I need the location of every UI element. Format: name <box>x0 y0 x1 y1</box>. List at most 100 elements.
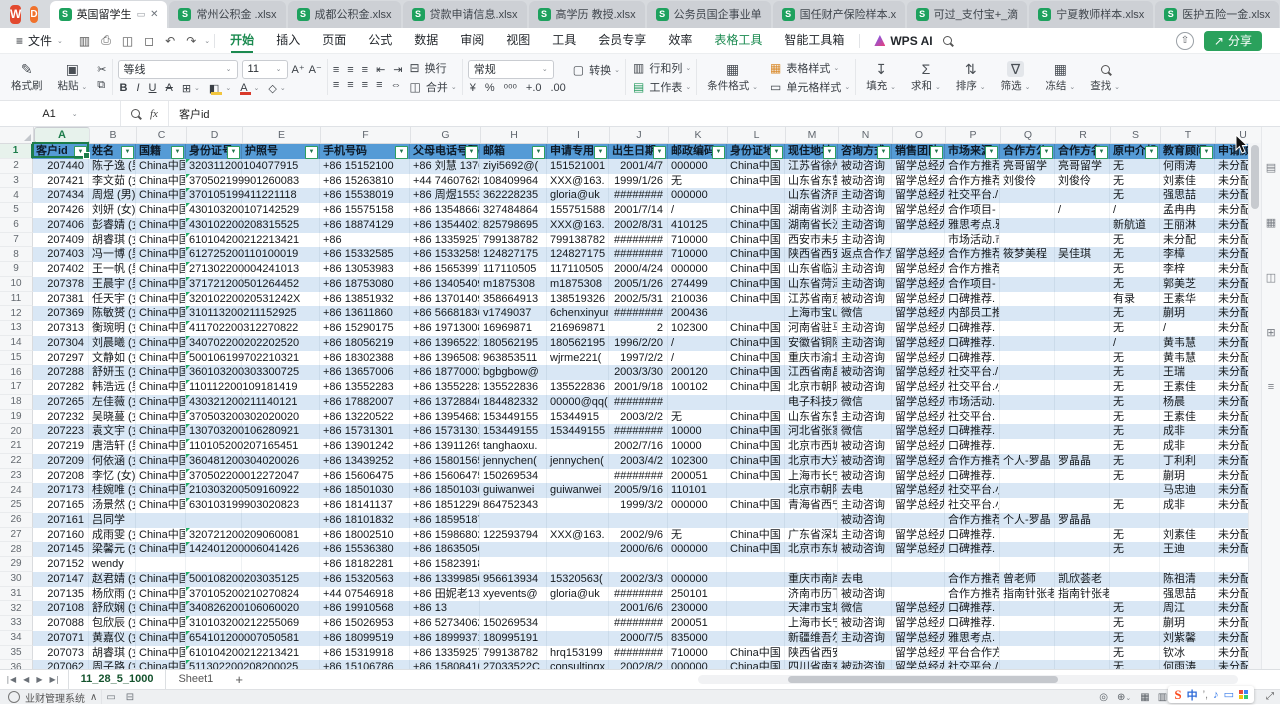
cell[interactable]: 207232 <box>33 410 89 425</box>
cell[interactable] <box>1055 483 1110 498</box>
cell[interactable]: wendy <box>89 557 136 572</box>
filter-dropdown-icon[interactable]: ▼ <box>227 146 240 159</box>
cell[interactable] <box>547 631 609 646</box>
cell[interactable] <box>1000 528 1055 543</box>
column-header[interactable]: S <box>1111 127 1161 143</box>
cell[interactable]: 2003/2/2 <box>609 410 668 425</box>
cell[interactable]: +44 7460762888 <box>410 174 480 189</box>
cell[interactable] <box>480 513 547 528</box>
cell[interactable]: 362228235 <box>480 188 547 203</box>
name-box[interactable]: A1 ⌄ <box>0 101 121 126</box>
cell[interactable]: 被动咨询 <box>838 174 892 189</box>
cell[interactable]: 430102200208315525 <box>186 218 242 233</box>
ime-language-icon[interactable]: 中 <box>1187 687 1198 703</box>
cell[interactable]: 无 <box>1110 454 1160 469</box>
row-number[interactable]: 24 <box>0 483 33 498</box>
cell[interactable]: 雅思考点.雅 <box>945 218 1000 233</box>
cell[interactable] <box>1000 306 1055 321</box>
cell[interactable]: 成非 <box>1160 498 1215 513</box>
normal-view-icon[interactable]: ▦ <box>1140 692 1149 703</box>
cell[interactable] <box>547 542 609 557</box>
cell[interactable]: 无 <box>1110 174 1160 189</box>
cell[interactable]: 15344915 <box>547 410 609 425</box>
cell[interactable]: 留学总经办 <box>892 424 945 439</box>
cell[interactable]: China中国 <box>136 380 186 395</box>
cell[interactable]: 社交平台.小 <box>945 483 1000 498</box>
cell[interactable]: 155751588 <box>547 203 609 218</box>
cell[interactable]: 207173 <box>33 483 89 498</box>
cell[interactable] <box>1055 528 1110 543</box>
cell[interactable]: ######## <box>609 587 668 602</box>
cell[interactable]: +86 17882007 <box>320 395 410 410</box>
cell[interactable]: XXX@163. <box>547 218 609 233</box>
add-sheet-button[interactable]: + <box>225 672 253 687</box>
cell[interactable]: 被动咨询 <box>838 587 892 602</box>
filter-dropdown-icon[interactable]: ▼ <box>465 146 478 159</box>
font-name-select[interactable]: 等线⌄ <box>118 60 238 79</box>
cell[interactable]: 180995191 <box>480 631 547 646</box>
cell[interactable]: China中国 <box>727 262 785 277</box>
column-header[interactable]: K <box>669 127 728 143</box>
row-number[interactable]: 34 <box>0 631 33 646</box>
cell[interactable]: 王丽淋 <box>1160 218 1215 233</box>
cell[interactable]: 强思喆 <box>1160 587 1215 602</box>
cell[interactable]: 370502200012272047 <box>186 469 242 484</box>
percent-icon[interactable]: % <box>485 82 495 94</box>
cell[interactable] <box>1055 351 1110 366</box>
right-panel-icon[interactable]: ◫ <box>1266 271 1276 284</box>
cell[interactable]: 无 <box>1110 365 1160 380</box>
cell[interactable] <box>1055 380 1110 395</box>
cell[interactable]: 王素佳 <box>1160 380 1215 395</box>
cell[interactable]: 无 <box>1110 159 1160 174</box>
filter-dropdown-icon[interactable]: ▼ <box>823 146 836 159</box>
docer-icon[interactable]: D <box>30 6 37 23</box>
cell[interactable]: China中国 <box>727 174 785 189</box>
cell[interactable]: +86 18002510 <box>320 528 410 543</box>
cell[interactable]: +86 1850103098 <box>410 483 480 498</box>
cell[interactable]: 留学总经办 <box>892 469 945 484</box>
cell[interactable] <box>1055 646 1110 661</box>
cell[interactable]: 710000 <box>668 646 727 661</box>
row-number[interactable]: 12 <box>0 306 33 321</box>
cell[interactable] <box>1000 424 1055 439</box>
cell[interactable]: +86 13901242 <box>320 439 410 454</box>
cell[interactable]: v1749037 <box>480 306 547 321</box>
cell[interactable]: +86 1877000215 <box>410 365 480 380</box>
cell[interactable]: +86 15575158 <box>320 203 410 218</box>
file-tab[interactable]: S国任财产保险样本.x <box>773 1 905 28</box>
cell[interactable]: +86 1899937166 <box>410 631 480 646</box>
cell[interactable]: 207073 <box>33 646 89 661</box>
cell[interactable]: China中国 <box>727 247 785 262</box>
cell[interactable]: 留学总经办 <box>892 498 945 513</box>
cell[interactable]: +86 13851932 <box>320 292 410 307</box>
cell[interactable] <box>727 483 785 498</box>
taskbar-icon[interactable]: ⊟ <box>126 692 134 703</box>
cell[interactable]: 有录 <box>1110 292 1160 307</box>
cell[interactable]: 1999/1/26 <box>609 174 668 189</box>
row-number[interactable]: 6 <box>0 218 33 233</box>
sheet-tab[interactable]: Sheet1 <box>166 670 225 689</box>
cell[interactable]: 207297 <box>33 351 89 366</box>
cell[interactable]: 社交平台. <box>945 410 1000 425</box>
cell[interactable]: China中国 <box>727 454 785 469</box>
cell[interactable] <box>1055 292 1110 307</box>
cell[interactable]: +86 15026953 <box>320 616 410 631</box>
cell[interactable]: 王瑞 <box>1160 365 1215 380</box>
cell[interactable] <box>838 557 892 572</box>
right-panel-icon[interactable]: ⊞ <box>1266 326 1275 339</box>
cell[interactable]: 衡琬明 (女 <box>89 321 136 336</box>
cell[interactable]: +86 1354402198 <box>410 218 480 233</box>
cell[interactable] <box>1000 321 1055 336</box>
cell[interactable]: 963853511 <box>480 351 547 366</box>
cell[interactable]: 274499 <box>668 277 727 292</box>
cell[interactable]: 207440 <box>33 159 89 174</box>
ime-toolbox-icon[interactable] <box>1239 690 1248 699</box>
cell[interactable]: 207369 <box>33 306 89 321</box>
cell[interactable] <box>668 513 727 528</box>
cell[interactable] <box>1055 321 1110 336</box>
cell[interactable]: 李樟 <box>1160 247 1215 262</box>
cell[interactable]: 825798695 <box>480 218 547 233</box>
cell[interactable]: China中国 <box>136 454 186 469</box>
cell[interactable]: bgbgbow@ <box>480 365 547 380</box>
cell[interactable]: 刘素佳 <box>1160 174 1215 189</box>
